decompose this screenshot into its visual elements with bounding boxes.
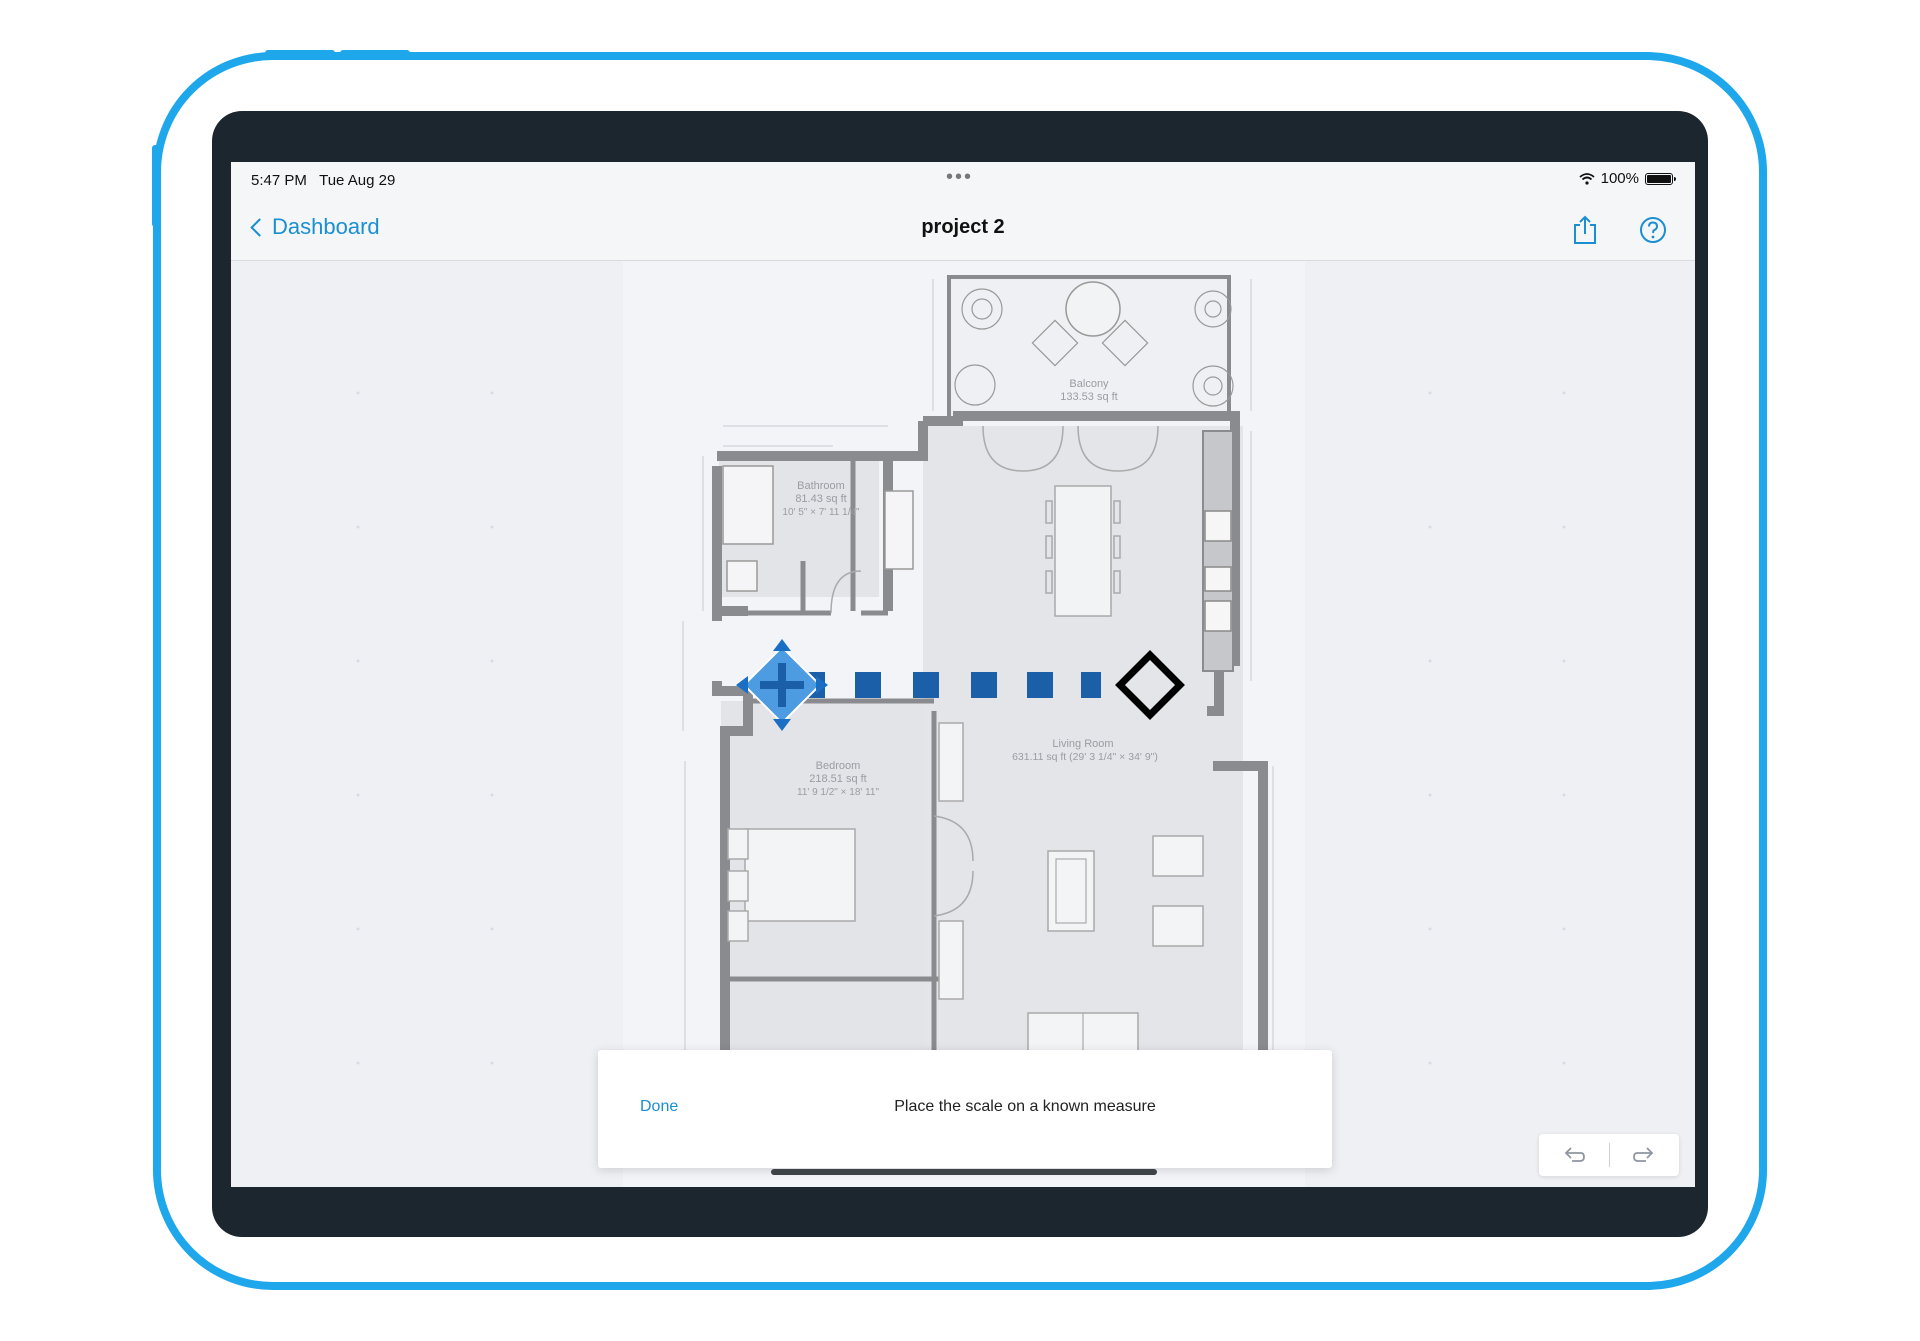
navigation-bar: Dashboard project 2 — [231, 200, 1695, 261]
floor-plan: Balcony 133.53 sq ft Bathroom 81.43 sq f… — [682, 275, 1274, 1107]
multitasking-dots-icon[interactable]: ••• — [946, 166, 973, 189]
undo-redo-controls — [1539, 1134, 1679, 1176]
room-area-bedroom: 218.51 sq ft — [809, 773, 867, 785]
status-indicators: 100% — [1579, 170, 1676, 187]
done-button[interactable]: Done — [640, 1098, 678, 1116]
share-button[interactable] — [1565, 210, 1605, 250]
floor-plan-sheet[interactable]: Balcony 133.53 sq ft Bathroom 81.43 sq f… — [623, 261, 1305, 1187]
room-dims-bathroom: 10' 5" × 7' 11 1/4" — [782, 507, 860, 518]
help-icon — [1640, 217, 1666, 243]
room-area-bathroom: 81.43 sq ft — [795, 493, 846, 505]
battery-percent: 100% — [1600, 170, 1639, 187]
status-bar: 5:47 PM Tue Aug 29 ••• 100% — [231, 162, 1695, 200]
share-icon — [1574, 215, 1596, 244]
room-label-bedroom: Bedroom — [816, 760, 861, 772]
room-area-balcony: 133.53 sq ft — [1060, 391, 1118, 403]
device-volume-button — [340, 50, 410, 57]
status-date: Tue Aug 29 — [319, 172, 396, 189]
nav-actions — [1565, 210, 1673, 250]
page-title: project 2 — [921, 216, 1005, 238]
redo-icon — [1633, 1147, 1654, 1162]
device-volume-button — [265, 50, 335, 57]
room-area-living-room: 631.11 sq ft (29' 3 1/4" × 34' 9") — [1012, 751, 1158, 763]
status-clock: 5:47 PM — [251, 172, 307, 189]
status-time: 5:47 PM Tue Aug 29 — [251, 172, 395, 189]
room-label-living-room: Living Room — [1052, 738, 1113, 750]
instruction-message: Place the scale on a known measure — [894, 1098, 1156, 1115]
help-button[interactable] — [1633, 210, 1673, 250]
device-side-button — [152, 145, 160, 227]
screen: Balcony 133.53 sq ft Bathroom 81.43 sq f… — [231, 162, 1695, 1187]
instruction-panel: Done Place the scale on a known measure — [598, 1050, 1332, 1168]
room-label-balcony: Balcony — [1069, 378, 1109, 390]
battery-icon — [1645, 172, 1676, 185]
undo-icon — [1564, 1147, 1585, 1162]
home-indicator[interactable] — [771, 1169, 1157, 1175]
room-dims-bedroom: 11' 9 1/2" × 18' 11" — [797, 787, 879, 798]
undo-button[interactable] — [1539, 1134, 1609, 1176]
redo-button[interactable] — [1610, 1134, 1680, 1176]
wifi-icon — [1579, 172, 1595, 185]
room-label-bathroom: Bathroom — [797, 480, 845, 492]
